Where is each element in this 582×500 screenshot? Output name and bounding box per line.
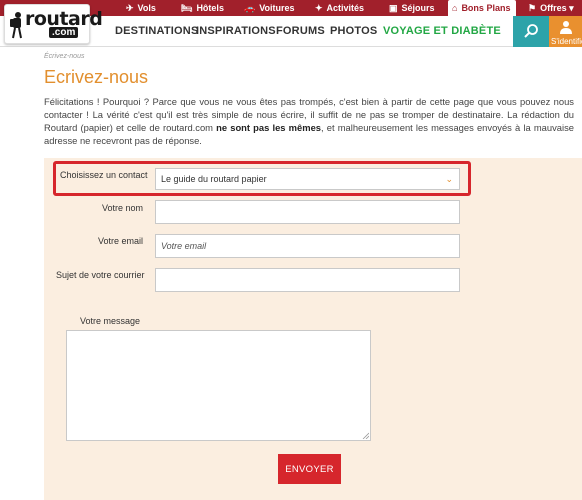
search-icon: [524, 24, 538, 38]
subject-input[interactable]: [155, 268, 460, 292]
contact-select-value: Le guide du routard papier: [161, 174, 267, 184]
chevron-down-icon: ⌄: [445, 174, 453, 184]
topbar-item-voitures[interactable]: 🚗 Voitures: [244, 0, 295, 16]
login-button[interactable]: S'identifier: [549, 16, 582, 47]
contact-label: Choisissez un contact: [60, 170, 148, 180]
nav-item-forums[interactable]: FORUMS: [276, 25, 325, 37]
nav-item-inspirations[interactable]: INSPIRATIONS: [196, 25, 276, 37]
chevron-down-icon: ▾: [566, 3, 574, 13]
login-label: S'identifier: [551, 37, 582, 46]
car-icon: 🚗: [244, 3, 256, 13]
user-icon: [560, 21, 572, 34]
name-input[interactable]: [155, 200, 460, 224]
hotel-bed-icon: 🛏: [181, 3, 193, 13]
routard-mascot-icon: [10, 12, 22, 39]
topbar-item-sejours[interactable]: ▣ Séjours: [389, 0, 435, 16]
nav-item-destinations[interactable]: DESTINATIONS: [115, 25, 198, 37]
topbar-item-label: Hôtels: [196, 3, 224, 13]
page-title: Ecrivez-nous: [44, 67, 149, 87]
topbar-item-activites[interactable]: ✦ Activités: [315, 0, 364, 16]
email-input[interactable]: [155, 234, 460, 258]
topbar-item-hotels[interactable]: 🛏 Hôtels: [181, 0, 224, 16]
topbar-item-label: Voitures: [259, 3, 295, 13]
plane-icon: ✈: [126, 3, 134, 13]
topbar-item-label: Vols: [137, 3, 156, 13]
topbar-item-bons-plans[interactable]: ⌂ Bons Plans: [448, 0, 517, 16]
message-textarea[interactable]: [66, 330, 371, 441]
contact-select[interactable]: Le guide du routard papier ⌄: [155, 168, 460, 190]
breadcrumb[interactable]: Écrivez-nous: [44, 53, 84, 60]
topbar-item-label: Offres: [540, 3, 567, 13]
topbar-item-offres[interactable]: ⚑ Offres ▾: [528, 0, 574, 16]
resize-grip-icon[interactable]: [362, 432, 369, 439]
topbar-item-label: Bons Plans: [461, 3, 511, 13]
routard-logo[interactable]: routard .com: [4, 4, 103, 44]
search-button[interactable]: [513, 16, 549, 47]
logo-suffix: .com: [49, 27, 79, 38]
name-label: Votre nom: [102, 203, 144, 213]
topbar-item-label: Activités: [326, 3, 365, 13]
topbar-item-vols[interactable]: ✈ Vols: [126, 0, 156, 16]
subject-label: Sujet de votre courrier: [56, 270, 145, 280]
message-label: Votre message: [80, 316, 141, 326]
suitcase-icon: ▣: [389, 3, 398, 13]
nav-item-voyage-diabete[interactable]: VOYAGE ET DIABÈTE: [383, 25, 501, 37]
topbar-item-label: Séjours: [401, 3, 435, 13]
offers-icon: ⚑: [528, 3, 537, 13]
send-button[interactable]: ENVOYER: [278, 454, 341, 484]
tag-icon: ⌂: [452, 3, 458, 13]
email-label: Votre email: [98, 236, 144, 246]
intro-text-bold: ne sont pas les mêmes: [216, 122, 321, 133]
nav-item-photos[interactable]: PHOTOS: [330, 25, 377, 37]
intro-paragraph: Félicitations ! Pourquoi ? Parce que vou…: [44, 95, 574, 147]
activity-icon: ✦: [315, 3, 323, 13]
